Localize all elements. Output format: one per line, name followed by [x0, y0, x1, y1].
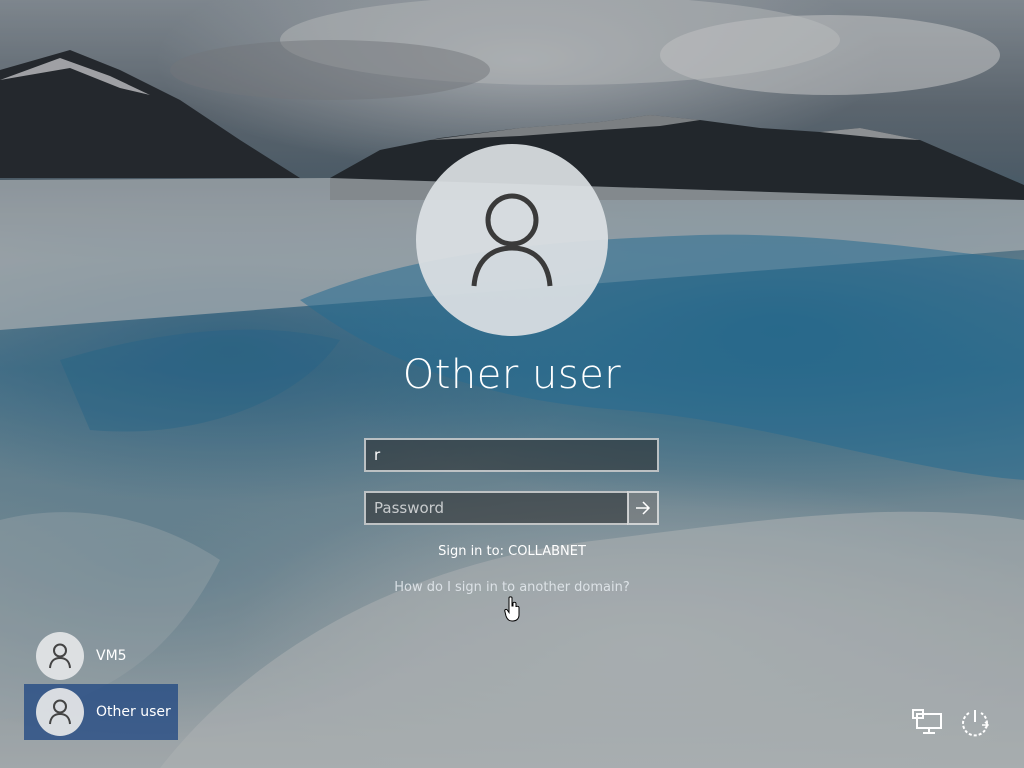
person-icon	[49, 643, 71, 669]
password-input[interactable]	[364, 491, 628, 525]
person-icon	[471, 193, 553, 287]
user-item-other-user[interactable]: Other user	[24, 684, 178, 740]
user-name: Other user	[96, 704, 171, 720]
person-icon	[49, 699, 71, 725]
sign-in-domain-text: Sign in to: COLLABNET	[438, 544, 586, 559]
power-icon	[962, 710, 990, 737]
submit-button[interactable]	[627, 491, 659, 525]
username-input[interactable]	[364, 438, 659, 472]
another-domain-help-link[interactable]: How do I sign in to another domain?	[0, 580, 1024, 595]
network-button[interactable]	[911, 706, 945, 738]
arrow-right-icon	[636, 501, 651, 515]
password-field-group	[364, 491, 659, 525]
hand-cursor-icon	[504, 596, 520, 622]
account-name-title: Other user	[402, 352, 622, 398]
user-item-vm5[interactable]: VM5	[24, 628, 178, 684]
user-avatar	[36, 688, 84, 736]
user-name: VM5	[96, 648, 127, 664]
user-avatar	[36, 632, 84, 680]
user-list: VM5 Other user	[24, 628, 178, 740]
large-avatar	[416, 144, 608, 336]
accessibility-power-button[interactable]	[958, 706, 992, 738]
network-icon	[912, 709, 942, 734]
